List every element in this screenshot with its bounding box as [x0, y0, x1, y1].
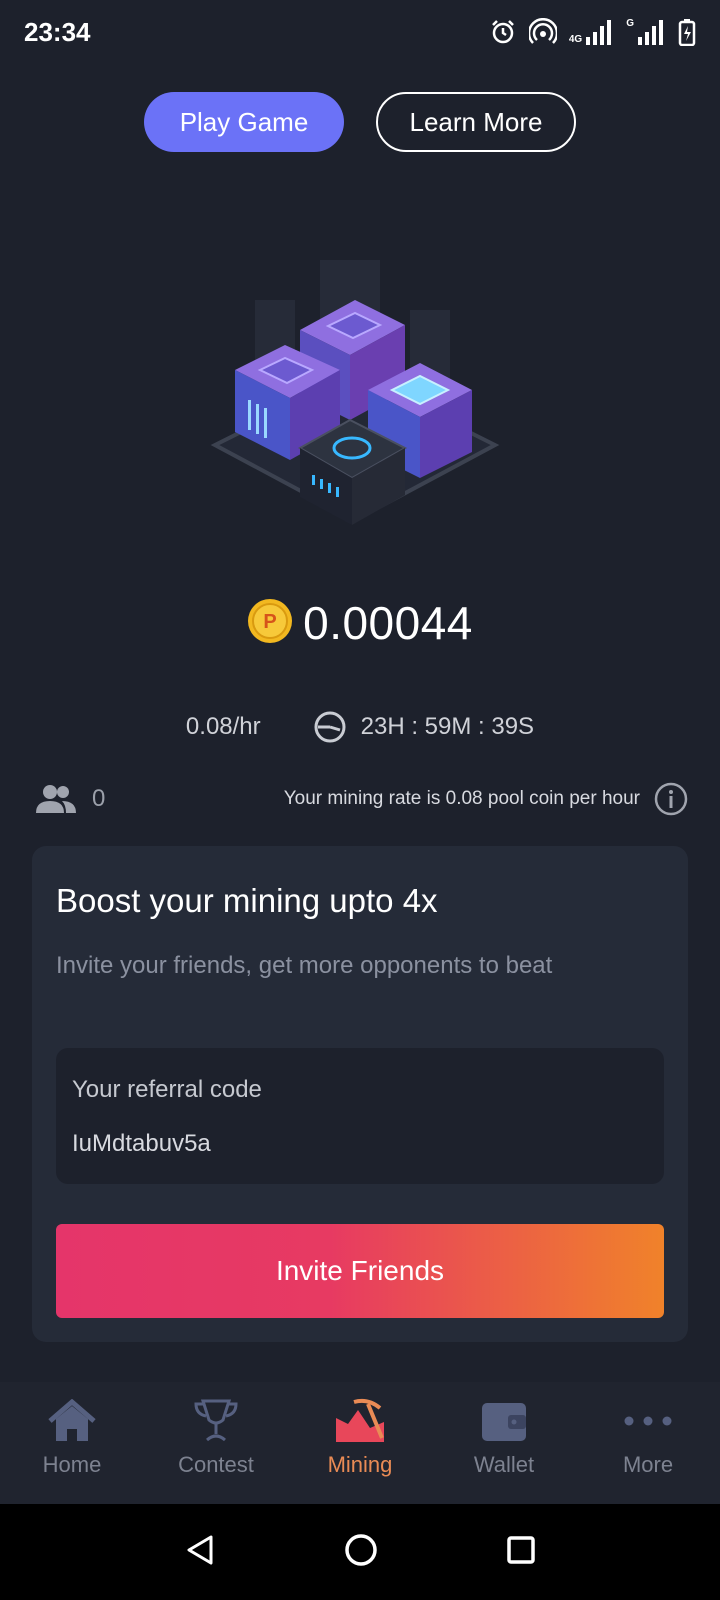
battery-charging-icon: [678, 18, 696, 46]
boost-subtitle: Invite your friends, get more opponents …: [56, 952, 553, 979]
nav-label-wallet: Wallet: [473, 1452, 535, 1477]
info-row: 0 Your mining rate is 0.08 pool coin per…: [32, 782, 688, 816]
status-time: 23:34: [24, 16, 91, 47]
nav-label-contest: Contest: [178, 1452, 254, 1477]
pool-coin-icon: P: [247, 598, 293, 649]
back-icon[interactable]: [183, 1533, 217, 1572]
mining-rate-row: 0.08/hr 23H : 59M : 39S: [0, 710, 720, 744]
mining-timer: 23H : 59M : 39S: [313, 710, 534, 744]
signal-4g-icon: 4G: [569, 19, 614, 45]
play-game-button[interactable]: Play Game: [144, 92, 344, 152]
nav-item-more[interactable]: More: [576, 1382, 720, 1504]
android-nav-bar: [0, 1504, 720, 1600]
invite-friends-button[interactable]: Invite Friends: [56, 1224, 664, 1318]
rate-per-hour: 0.08/hr: [185, 713, 261, 740]
mining-icon: [334, 1398, 386, 1444]
referral-code-value[interactable]: IuMdtabuv5a: [72, 1130, 211, 1158]
hotspot-icon: [528, 18, 557, 46]
nav-item-mining[interactable]: Mining: [288, 1382, 432, 1504]
status-bar: 23:34 4G G: [0, 0, 720, 64]
friends-count: 0: [32, 783, 105, 815]
home-circle-icon[interactable]: [343, 1532, 379, 1573]
nav-item-home[interactable]: Home: [0, 1382, 144, 1504]
clock-icon: [314, 711, 346, 743]
more-dots-icon: [622, 1398, 674, 1444]
home-icon: [46, 1398, 98, 1444]
boost-card: Boost your mining upto 4x Invite your fr…: [32, 846, 688, 1342]
net-g-label: G: [626, 18, 634, 29]
mining-rate-note: Your mining rate is 0.08 pool coin per h…: [284, 782, 688, 816]
coin-letter: P: [263, 611, 276, 633]
timer-value: 23H : 59M : 39S: [360, 713, 535, 740]
mining-servers-illustration: [200, 220, 520, 550]
net-4g-label: 4G: [568, 34, 583, 45]
referral-code-box[interactable]: Your referral code IuMdtabuv5a: [56, 1048, 664, 1184]
signal-g-icon: G: [626, 19, 666, 45]
nav-item-wallet[interactable]: Wallet: [432, 1382, 576, 1504]
top-button-group: Play Game Learn More: [0, 92, 720, 152]
rate-note-text: Your mining rate is 0.08 pool coin per h…: [283, 788, 640, 809]
nav-label-home: Home: [42, 1452, 102, 1477]
trophy-icon: [190, 1398, 242, 1444]
bottom-nav: Home Contest Mining Wallet More: [0, 1382, 720, 1504]
nav-item-contest[interactable]: Contest: [144, 1382, 288, 1504]
status-icons: 4G G: [489, 18, 696, 46]
learn-more-button[interactable]: Learn More: [376, 92, 576, 152]
referral-label: Your referral code: [72, 1076, 262, 1103]
info-icon[interactable]: [654, 782, 688, 816]
coin-balance: P 0.00044: [0, 596, 720, 650]
alarm-icon: [489, 18, 517, 46]
wallet-icon: [478, 1398, 530, 1444]
recents-icon[interactable]: [505, 1534, 537, 1571]
boost-title: Boost your mining upto 4x: [56, 882, 438, 919]
nav-label-more: More: [622, 1452, 674, 1477]
nav-label-mining: Mining: [327, 1452, 393, 1477]
friends-count-value: 0: [92, 785, 106, 812]
balance-value: 0.00044: [303, 597, 473, 649]
friends-icon: [36, 785, 76, 813]
